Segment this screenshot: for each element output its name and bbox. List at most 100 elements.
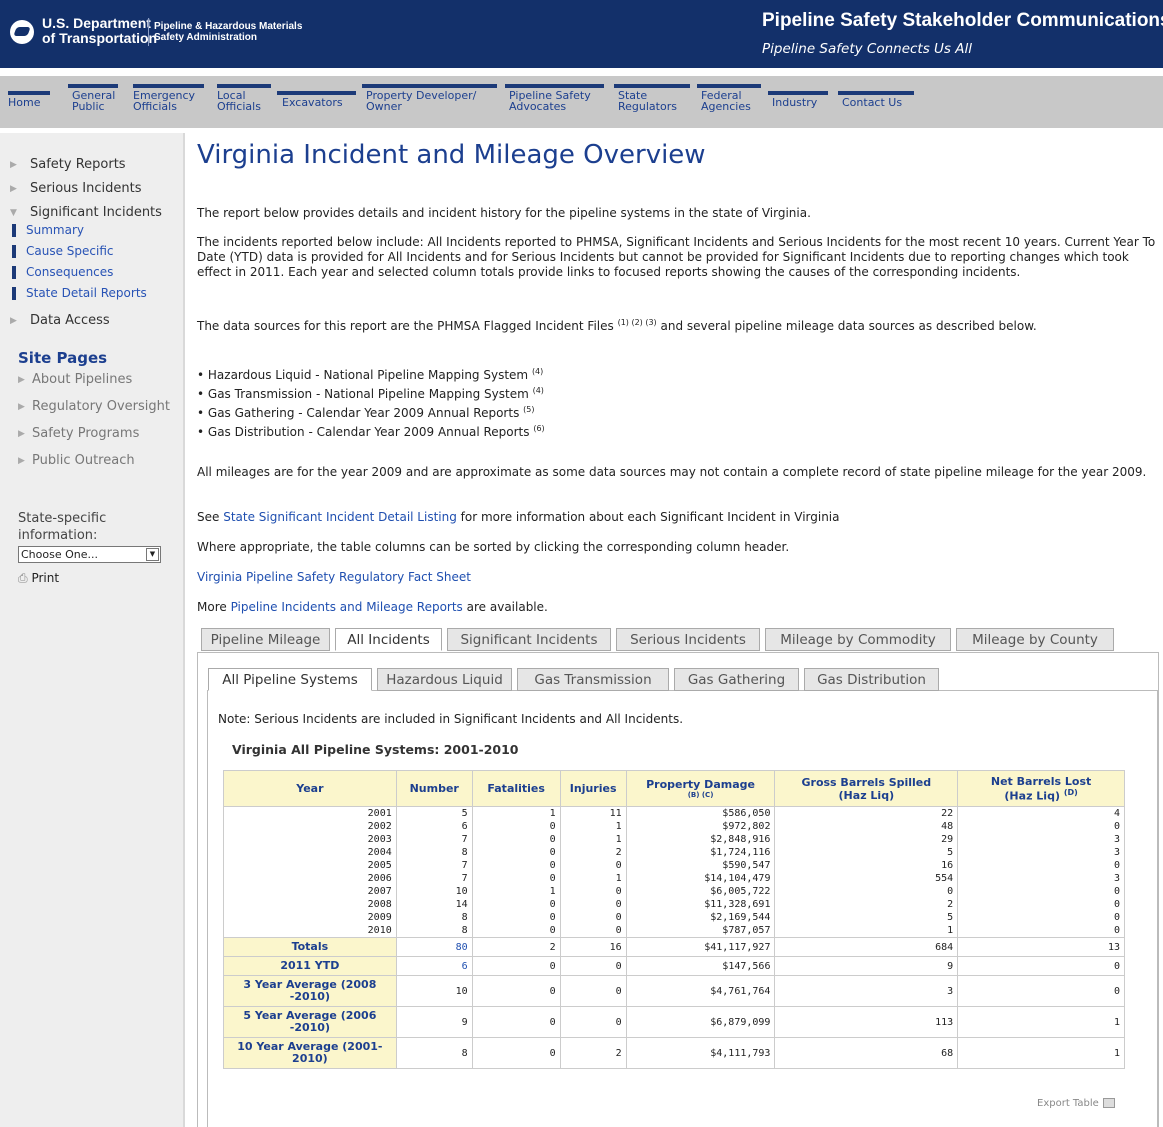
cell: 7 <box>395 833 473 846</box>
cell-year[interactable]: 2006 <box>223 872 397 885</box>
site-subtitle: Pipeline Safety Connects Us All <box>762 41 972 57</box>
chevron-down-icon[interactable]: ▼ <box>146 548 159 561</box>
nav-excavators[interactable]: Excavators <box>277 91 356 108</box>
cell: 0 <box>471 1037 561 1069</box>
nav-general-public[interactable]: General Public <box>68 84 118 112</box>
cell-year[interactable]: 2007 <box>223 885 397 898</box>
cell: $1,724,116 <box>625 846 776 859</box>
site-page-public-outreach[interactable]: ▶ Public Outreach <box>18 453 135 468</box>
cell-year[interactable]: 2001 <box>223 806 397 820</box>
cell: 5 <box>395 806 473 820</box>
triangle-right-icon: ▶ <box>10 184 17 194</box>
cell: 14 <box>395 898 473 911</box>
cell: 7 <box>395 872 473 885</box>
nav-contact-us[interactable]: Contact Us <box>838 91 914 108</box>
cell-year[interactable]: 2004 <box>223 846 397 859</box>
tab-gas-distribution[interactable]: Gas Distribution <box>804 668 939 691</box>
cell-year[interactable]: 2009 <box>223 911 397 924</box>
list-item-text: Gas Transmission - National Pipeline Map… <box>207 387 529 401</box>
nav-local-officials[interactable]: Local Officials <box>217 84 271 112</box>
cell-year[interactable]: 2002 <box>223 820 397 833</box>
cell: 0 <box>559 911 627 924</box>
nav-property-developer[interactable]: Property Developer/Owner <box>362 84 497 112</box>
col-header-property-damage[interactable]: Property Damage (B) (C) <box>625 770 776 807</box>
triangle-right-icon: ▶ <box>18 375 25 385</box>
header-label: (Haz Liq) <box>1004 789 1060 803</box>
sources-list: • Hazardous Liquid - National Pipeline M… <box>197 364 545 440</box>
sources-tail: and several pipeline mileage data source… <box>660 319 1037 333</box>
sidebar-subitem-cause-specific[interactable]: Cause Specific <box>12 244 114 258</box>
sources-refs: (1) (2) (3) <box>617 318 657 327</box>
nav-label: Officials <box>133 100 177 113</box>
site-page-about-pipelines[interactable]: ▶ About Pipelines <box>18 372 132 387</box>
sidebar-item-significant-incidents[interactable]: ▼ Significant Incidents <box>10 205 162 220</box>
tab-hazardous-liquid[interactable]: Hazardous Liquid <box>377 668 512 691</box>
site-page-regulatory-oversight[interactable]: ▶ Regulatory Oversight <box>18 399 170 414</box>
fact-sheet-link[interactable]: Virginia Pipeline Safety Regulatory Fact… <box>197 570 471 584</box>
tab-mileage-by-commodity[interactable]: Mileage by Commodity <box>765 628 951 651</box>
nav-industry[interactable]: Industry <box>768 91 828 108</box>
col-header-number[interactable]: Number <box>395 770 473 807</box>
site-page-label: Safety Programs <box>32 426 140 441</box>
list-item-ref: (4) <box>531 367 544 376</box>
reports-link[interactable]: Pipeline Incidents and Mileage Reports <box>231 600 463 614</box>
cell-year[interactable]: 2005 <box>223 859 397 872</box>
cell-year[interactable]: 2010 <box>223 924 397 938</box>
dot-logo-icon[interactable] <box>10 20 34 44</box>
tab-gas-gathering[interactable]: Gas Gathering <box>674 668 799 691</box>
detail-text: See <box>197 510 220 524</box>
print-link[interactable]: ⎙ Print <box>18 571 59 586</box>
cell: 0 <box>471 872 561 885</box>
row-label: 2011 YTD <box>223 956 397 976</box>
cell-year[interactable]: 2008 <box>223 898 397 911</box>
nav-federal-agencies[interactable]: Federal Agencies <box>697 84 761 112</box>
sidebar-item-safety-reports[interactable]: ▶ Safety Reports <box>10 157 126 172</box>
export-table-link[interactable]: Export Table <box>1037 1098 1115 1109</box>
detail-listing-link[interactable]: State Significant Incident Detail Listin… <box>223 510 457 524</box>
phmsa-name[interactable]: Pipeline & Hazardous Materials Safety Ad… <box>154 21 302 43</box>
tab-mileage-by-county[interactable]: Mileage by County <box>956 628 1114 651</box>
totals-number-link[interactable]: 80 <box>395 937 473 957</box>
sidebar-item-serious-incidents[interactable]: ▶ Serious Incidents <box>10 181 142 196</box>
cell: 9 <box>395 1006 473 1038</box>
sidebar-subitem-consequences[interactable]: Consequences <box>12 265 113 279</box>
cell-link[interactable]: 6 <box>462 961 468 972</box>
col-header-year[interactable]: Year <box>223 770 397 807</box>
cell: 16 <box>559 937 627 957</box>
sidebar-item-data-access[interactable]: ▶ Data Access <box>10 313 110 328</box>
dot-name[interactable]: U.S. Department of Transportation <box>42 16 157 46</box>
header-label: Fatalities <box>487 782 545 795</box>
col-header-fatalities[interactable]: Fatalities <box>471 770 561 807</box>
table-row: 2009 8 0 0 $2,169,544 5 0 <box>223 911 1125 924</box>
tab-gas-transmission[interactable]: Gas Transmission <box>517 668 669 691</box>
col-header-net-barrels[interactable]: Net Barrels Lost (Haz Liq) (D) <box>957 770 1125 807</box>
cell-link[interactable]: 80 <box>456 942 468 953</box>
nav-state-regulators[interactable]: State Regulators <box>614 84 690 112</box>
tab-pipeline-mileage[interactable]: Pipeline Mileage <box>201 628 330 651</box>
col-header-injuries[interactable]: Injuries <box>559 770 627 807</box>
table-header-row: Year Number Fatalities Injuries Property… <box>223 770 1125 807</box>
tab-significant-incidents[interactable]: Significant Incidents <box>447 628 611 651</box>
nav-pipeline-safety-advocates[interactable]: Pipeline Safety Advocates <box>505 84 604 112</box>
cell: 0 <box>471 846 561 859</box>
tab-all-incidents[interactable]: All Incidents <box>335 628 442 651</box>
cell: $147,566 <box>625 956 776 976</box>
ytd-number-link[interactable]: 6 <box>395 956 473 976</box>
sidebar-divider <box>183 133 185 1127</box>
site-page-safety-programs[interactable]: ▶ Safety Programs <box>18 426 139 441</box>
table-row: 2001 5 1 11 $586,050 22 4 <box>223 806 1125 820</box>
cell: 1 <box>957 1037 1125 1069</box>
sidebar-subitem-state-detail[interactable]: State Detail Reports <box>12 286 147 300</box>
state-select[interactable]: Choose One... ▼ <box>18 546 161 563</box>
nav-home[interactable]: Home <box>8 91 50 108</box>
cell: $590,547 <box>625 859 776 872</box>
table-row: 2007 10 1 0 $6,005,722 0 0 <box>223 885 1125 898</box>
tab-all-pipeline-systems[interactable]: All Pipeline Systems <box>208 668 372 691</box>
tab-serious-incidents[interactable]: Serious Incidents <box>616 628 760 651</box>
cell: 113 <box>774 1006 959 1038</box>
cell-year[interactable]: 2003 <box>223 833 397 846</box>
sidebar-subitem-summary[interactable]: Summary <box>12 223 84 237</box>
cell: 2 <box>471 937 561 957</box>
col-header-gross-barrels[interactable]: Gross Barrels Spilled (Haz Liq) <box>774 770 959 807</box>
nav-emergency-officials[interactable]: Emergency Officials <box>133 84 204 113</box>
